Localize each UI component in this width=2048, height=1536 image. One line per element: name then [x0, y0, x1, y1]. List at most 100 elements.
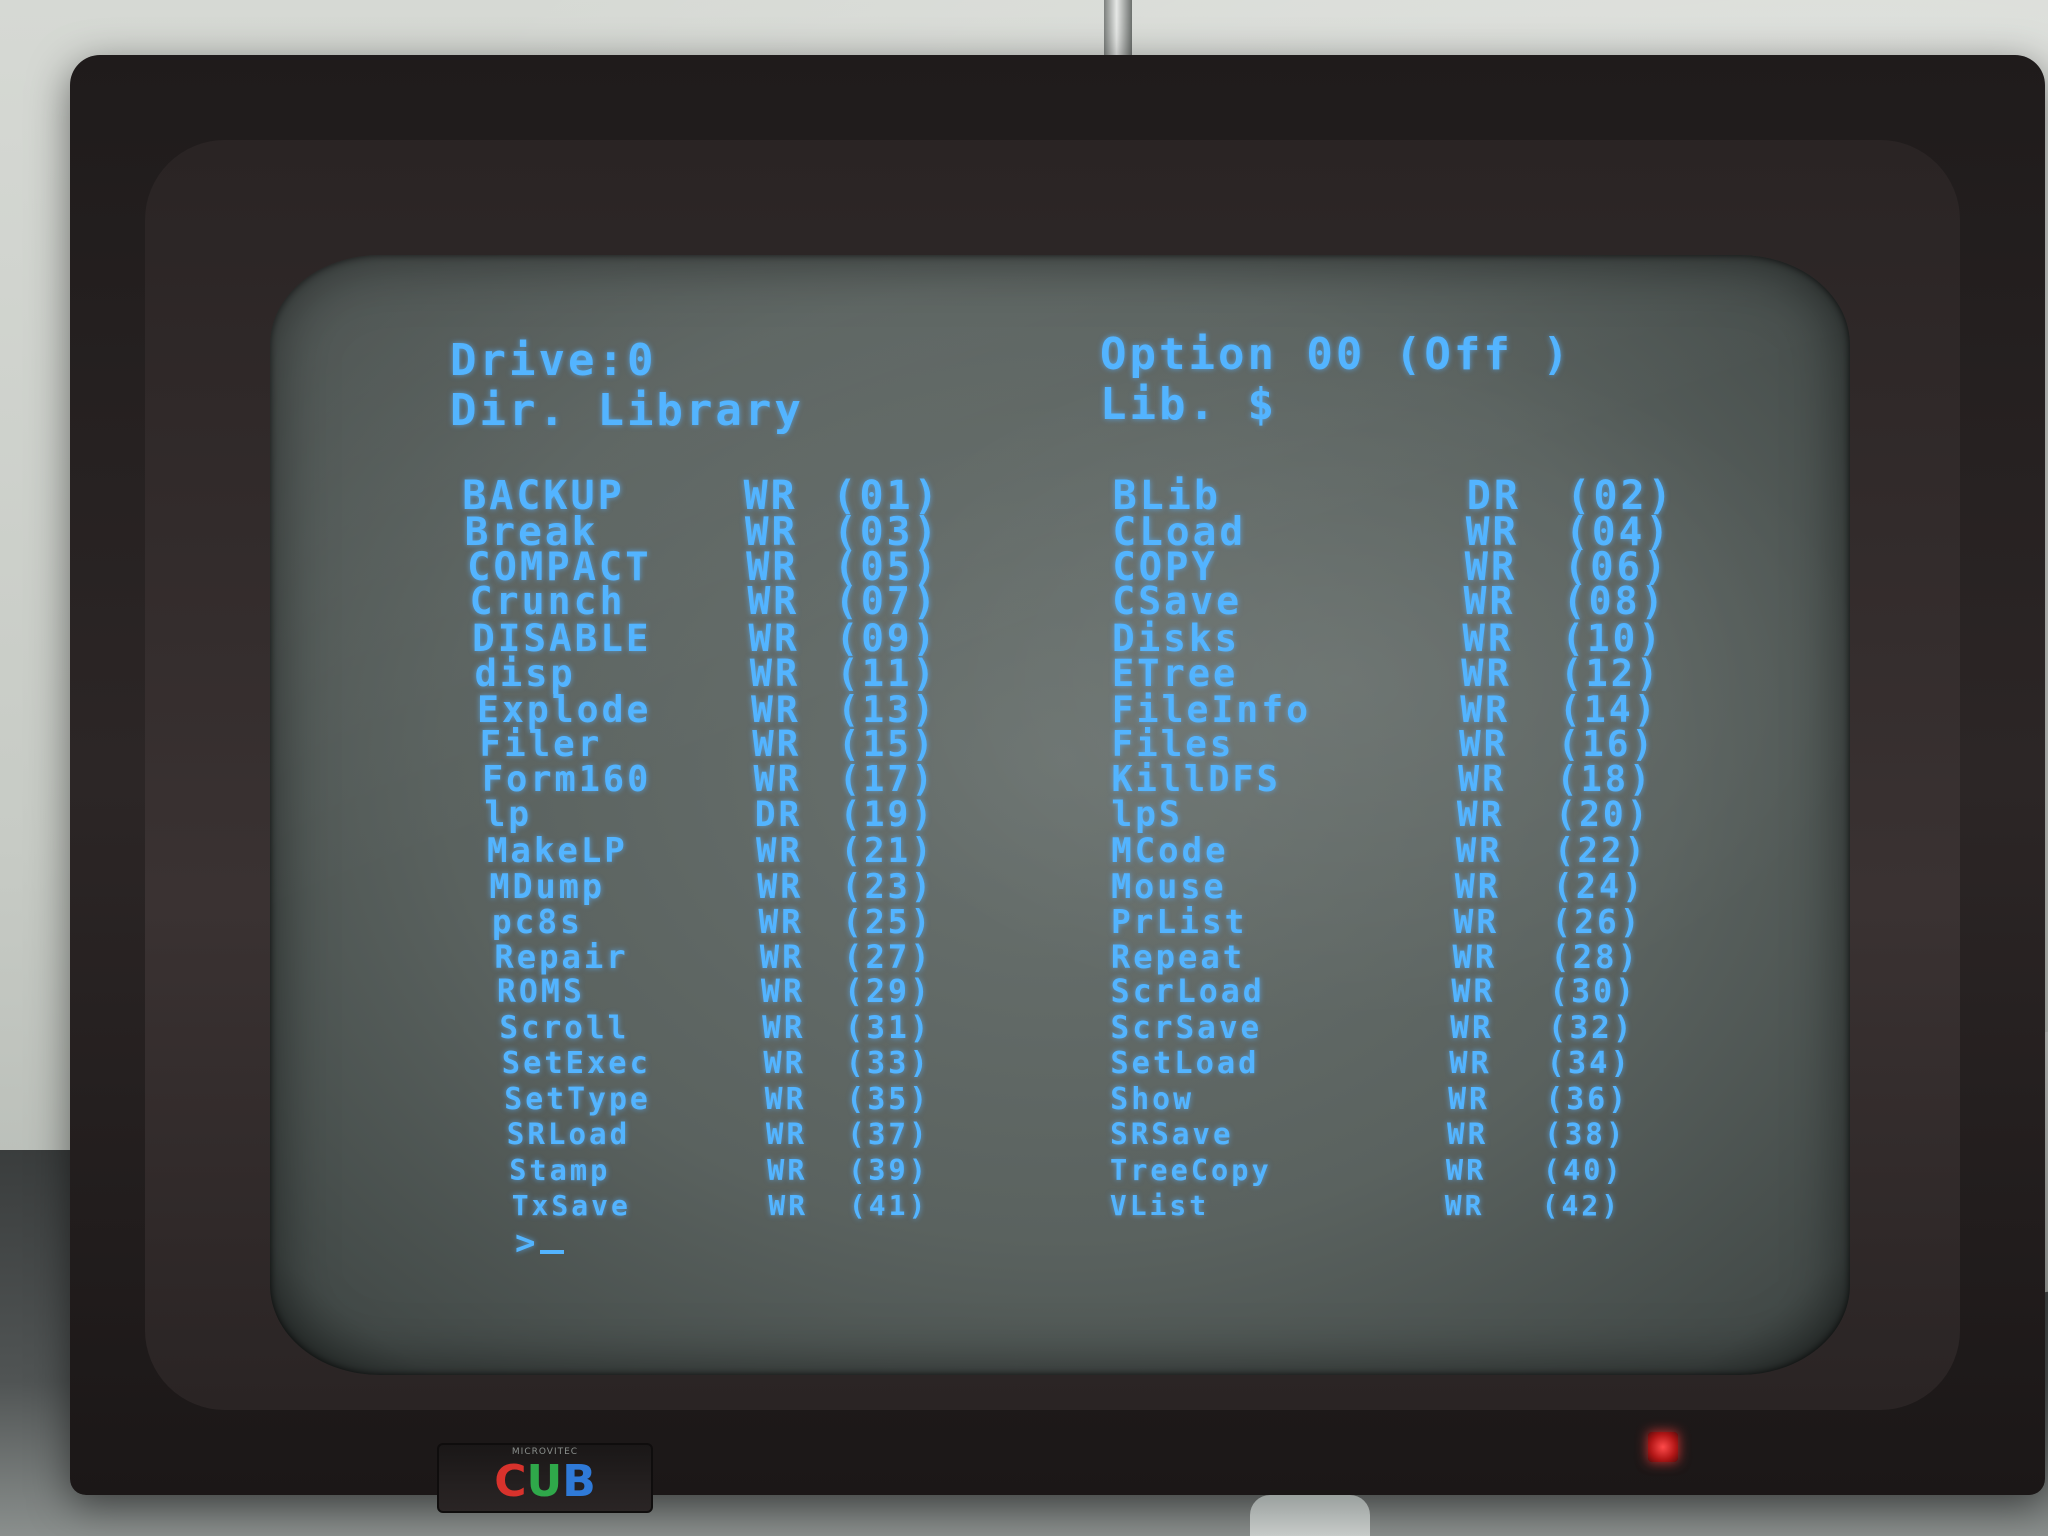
- file-num-right: (42): [1541, 1189, 1622, 1222]
- file-name-left: MakeLP: [486, 831, 628, 871]
- file-num-right: (30): [1549, 974, 1638, 1011]
- file-num-left: (37): [847, 1117, 930, 1152]
- file-attr-left: WR: [765, 1117, 808, 1152]
- file-attr-right: WR: [1454, 866, 1501, 906]
- catalogue-display: Drive:0 Option 00 (Off ) Dir. Library Li…: [270, 255, 1850, 1375]
- library-label: Lib. $: [1100, 379, 1277, 430]
- file-row: SetType WR (35) Show WR (36): [270, 1082, 1850, 1122]
- file-row: Stamp WR (39) TreeCopy WR (40): [270, 1153, 1850, 1193]
- file-attr-left: WR: [764, 1081, 807, 1117]
- file-row: Explode WR (13) FileInfo WR (14): [270, 688, 1850, 731]
- file-name-left: Scroll: [499, 1010, 630, 1046]
- file-num-right: (38): [1544, 1117, 1627, 1152]
- file-attr-left: WR: [755, 831, 803, 871]
- file-name-right: lpS: [1111, 795, 1183, 836]
- file-attr-left: WR: [768, 1189, 809, 1222]
- file-row: MDump WR (23) Mouse WR (24): [270, 867, 1850, 907]
- file-row: BACKUP WR (01) BLib DR (02): [270, 473, 1850, 519]
- file-name-left: SRLoad: [506, 1117, 631, 1152]
- file-name-right: PrList: [1110, 902, 1248, 941]
- file-name-left: SetType: [504, 1081, 651, 1117]
- file-name-right: Show: [1110, 1081, 1195, 1117]
- file-attr-right: WR: [1456, 795, 1505, 836]
- file-attr-right: WR: [1447, 1117, 1489, 1152]
- file-num-right: (36): [1545, 1081, 1630, 1117]
- file-name-left: Stamp: [509, 1153, 611, 1188]
- file-name-right: ScrLoad: [1110, 974, 1265, 1011]
- file-row: Form160 WR (17) KillDFS WR (18): [270, 759, 1850, 800]
- file-name-left: SetExec: [501, 1045, 651, 1081]
- file-row: disp WR (11) ETree WR (12): [270, 652, 1850, 695]
- file-num-left: (35): [846, 1081, 931, 1117]
- file-num-left: (23): [841, 866, 934, 906]
- file-name-right: Mouse: [1111, 866, 1227, 906]
- file-name-right: Repeat: [1110, 938, 1246, 977]
- file-name-right: ScrSave: [1110, 1010, 1263, 1046]
- text-cursor: [540, 1250, 565, 1255]
- file-row: pc8s WR (25) PrList WR (26): [270, 903, 1850, 943]
- file-num-right: (34): [1546, 1045, 1632, 1081]
- file-row: Break WR (03) CLoad WR (04): [270, 509, 1850, 555]
- file-row: SRLoad WR (37) SRSave WR (38): [270, 1117, 1850, 1157]
- file-row: Filer WR (15) Files WR (16): [270, 724, 1850, 765]
- file-num-left: (39): [848, 1153, 929, 1188]
- file-row: DISABLE WR (09) Disks WR (10): [270, 616, 1850, 660]
- file-name-right: SRSave: [1110, 1117, 1234, 1152]
- file-num-left: (25): [842, 902, 934, 941]
- file-num-right: (22): [1554, 831, 1648, 871]
- crt-screen: Drive:0 Option 00 (Off ) Dir. Library Li…: [270, 255, 1850, 1375]
- file-name-left: pc8s: [491, 902, 583, 941]
- file-row: Repair WR (27) Repeat WR (28): [270, 938, 1850, 978]
- power-led-icon: [1648, 1432, 1678, 1462]
- file-attr-left: WR: [762, 1010, 806, 1046]
- brand-logo: MICROVITEC CUB: [437, 1443, 653, 1513]
- command-prompt[interactable]: >: [515, 1223, 565, 1264]
- file-attr-left: WR: [763, 1045, 806, 1081]
- file-num-left: (29): [843, 974, 933, 1011]
- file-attr-right: WR: [1452, 938, 1498, 977]
- file-name-left: MDump: [489, 866, 605, 906]
- file-attr-right: WR: [1455, 831, 1503, 871]
- file-attr-right: WR: [1450, 1010, 1494, 1046]
- monitor-stand: [1250, 1495, 1370, 1536]
- file-attr-left: WR: [767, 1153, 808, 1188]
- file-row: SetExec WR (33) SetLoad WR (34): [270, 1046, 1850, 1086]
- file-attr-left: DR: [754, 795, 803, 836]
- file-num-left: (21): [840, 831, 935, 871]
- option-label: Option 00 (Off ): [1100, 329, 1572, 380]
- file-name-left: Repair: [494, 938, 629, 977]
- file-num-left: (33): [845, 1045, 931, 1081]
- file-attr-left: WR: [759, 938, 805, 977]
- file-attr-right: WR: [1449, 1045, 1492, 1081]
- file-row: Scroll WR (31) ScrSave WR (32): [270, 1010, 1850, 1050]
- file-num-right: (24): [1552, 866, 1646, 906]
- file-attr-right: WR: [1453, 902, 1500, 941]
- file-num-left: (31): [844, 1010, 932, 1046]
- file-name-left: lp: [484, 795, 533, 836]
- file-row: Crunch WR (07) CSave WR (08): [270, 580, 1850, 624]
- file-name-right: SetLoad: [1110, 1045, 1260, 1081]
- directory-label: Dir. Library: [450, 385, 804, 436]
- brand-logo-letters: CUB: [494, 1456, 596, 1507]
- file-num-right: (20): [1555, 795, 1651, 836]
- file-name-left: TxSave: [511, 1189, 631, 1222]
- file-attr-left: WR: [758, 902, 804, 941]
- file-row: TxSave WR (41) VList WR (42): [270, 1189, 1850, 1229]
- file-num-right: (32): [1547, 1010, 1635, 1046]
- file-attr-right: WR: [1451, 974, 1496, 1011]
- file-num-right: (26): [1551, 902, 1643, 941]
- file-attr-right: WR: [1445, 1153, 1487, 1188]
- file-row: ROMS WR (29) ScrLoad WR (30): [270, 974, 1850, 1014]
- file-name-left: ROMS: [496, 974, 585, 1011]
- file-num-left: (41): [848, 1189, 929, 1222]
- file-num-right: (28): [1550, 938, 1640, 977]
- file-attr-right: WR: [1448, 1081, 1490, 1117]
- file-attr-left: WR: [760, 974, 805, 1011]
- file-num-right: (40): [1542, 1153, 1624, 1188]
- prompt-symbol: >: [515, 1223, 539, 1264]
- file-row: COMPACT WR (05) COPY WR (06): [270, 545, 1850, 590]
- file-attr-right: WR: [1444, 1189, 1485, 1222]
- file-row: MakeLP WR (21) MCode WR (22): [270, 831, 1850, 871]
- file-name-right: VList: [1109, 1189, 1210, 1222]
- photo-scene: Drive:0 Option 00 (Off ) Dir. Library Li…: [0, 0, 2048, 1536]
